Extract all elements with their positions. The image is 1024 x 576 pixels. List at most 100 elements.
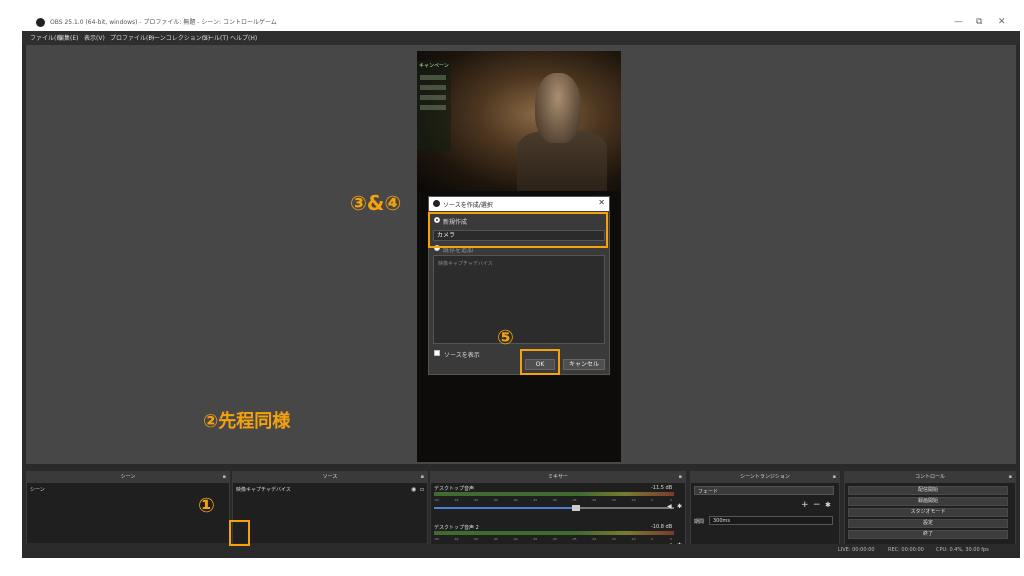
game-hud-panel: キャンペーン [417,61,451,151]
list-placeholder: 映像キャプチャデバイス [438,261,493,267]
volume-meter [434,492,674,496]
meter-tick-label: -45 [493,537,498,541]
meter-tick-label: -45 [493,498,498,502]
controls-dock-header: コントロール ▪ [845,472,1015,483]
menu-edit[interactable]: 編集(E) [58,33,78,42]
cancel-button[interactable]: キャンセル [563,359,605,370]
start-recording-button[interactable]: 録画開始 [848,497,1008,506]
meter-ticks: -60 -55 -50 -45 -40 -35 -30 -25 -20 -15 -10 -5 0 [434,498,674,502]
source-list-item[interactable]: 映像キャプチャデバイス [236,486,291,493]
dialog-close-icon[interactable]: ✕ [598,198,605,207]
annotation-step-1: ① [198,493,215,517]
live-status: LIVE: 00:00:00 [838,547,875,553]
meter-tick-label: -55 [453,537,459,541]
existing-sources-list[interactable]: 映像キャプチャデバイス [433,255,605,344]
meter-tick-label: -60 [434,537,439,541]
studio-mode-button[interactable]: スタジオモード [848,508,1008,517]
menu-help[interactable]: ヘルプ(H) [230,33,257,42]
duration-value: 300ms [713,518,731,524]
meter-tick-label: -35 [532,537,538,541]
highlight-box-ok [520,349,560,375]
menu-view[interactable]: 表示(V) [84,33,105,42]
show-source-label: ソースを表示 [444,352,480,359]
highlight-box-add [229,520,250,546]
menu-bar: ファイル(F) 編集(E) 表示(V) プロファイル(P) シーンコレクション(… [22,31,1020,45]
meter-tick-label: -30 [552,498,557,502]
duration-input[interactable]: 300ms [709,516,833,525]
gear-icon[interactable]: ✱ [825,501,831,509]
meter-tick-label: -35 [532,498,538,502]
game-hud-label: キャンペーン [419,63,449,69]
meter-tick-label: -60 [434,498,439,502]
obs-logo-icon [433,200,440,207]
meter-tick-label: -10 [630,537,636,541]
float-icon[interactable]: ▪ [679,472,682,483]
visibility-eye-icon[interactable]: ◉ [411,486,416,493]
volume-meter [434,531,674,535]
speaker-icon[interactable]: ◀ [667,503,672,510]
meter-tick-label: -20 [591,537,597,541]
menu-scene-collection[interactable]: シーンコレクション(S) [148,33,210,42]
show-source-checkbox[interactable] [434,350,440,356]
mixer-channel-name: デスクトップ音声 [434,486,475,492]
meter-tick-label: -5 [650,498,654,502]
scene-list-item[interactable]: シーン [30,486,45,493]
volume-slider[interactable] [434,505,674,511]
meter-tick-label: -40 [512,498,518,502]
meter-tick-label: -50 [473,537,479,541]
sources-dock-title: ソース [322,474,338,480]
exit-button[interactable]: 終了 [848,530,1008,539]
remove-transition-icon[interactable]: − [813,500,821,510]
obs-logo-icon [36,18,45,27]
maximize-button[interactable]: ⧉ [976,16,982,28]
mixer-channel-level: -11.5 dB [651,485,673,491]
dialog-title: ソースを作成/選択 [443,202,493,209]
sources-dock-header: ソース ▪ [233,472,427,483]
float-icon[interactable]: ▪ [1009,472,1012,483]
meter-tick-label: -15 [611,537,616,541]
menu-tools[interactable]: ツール(T) [202,33,228,42]
rec-status: REC: 00:00:00 [888,547,924,553]
duration-label: 期間 [694,519,705,525]
status-bar: LIVE: 00:00:00 REC: 00:00:00 CPU: 0.4%, … [22,544,1020,558]
meter-tick-label: -20 [591,498,597,502]
meter-tick-label: -25 [571,498,577,502]
highlight-box-name [428,212,608,248]
minimize-button[interactable]: — [954,16,963,28]
meter-tick-label: -30 [552,537,557,541]
start-streaming-button[interactable]: 配信開始 [848,486,1008,495]
lock-icon[interactable]: ▫ [420,486,424,493]
meter-tick-label: 0 [670,498,672,502]
gear-icon[interactable]: ✱ [677,503,682,510]
title-bar: OBS 25.1.0 (64-bit, windows) - プロファイル: 無… [22,14,1020,31]
meter-tick-label: -25 [571,537,577,541]
mixer-dock-header: ミキサー ▪ [431,472,685,483]
mixer-channel-name: デスクトップ音声 2 [434,525,479,531]
game-capture-image: キャンペーン [417,51,621,191]
add-transition-icon[interactable]: + [801,500,809,510]
meter-tick-label: 0 [670,537,672,541]
transitions-dock-title: シーントランジション [740,474,790,480]
meter-tick-label: -50 [473,498,479,502]
annotation-step-2: ②先程同様 [203,411,291,432]
settings-button[interactable]: 設定 [848,519,1008,528]
meter-tick-label: -15 [611,498,616,502]
mixer-dock-title: ミキサー [547,474,568,480]
meter-ticks: -60 -55 -50 -45 -40 -35 -30 -25 -20 -15 -10 -5 0 [434,537,674,541]
cpu-status: CPU: 0.4%, 30.00 fps [936,547,989,553]
close-button[interactable]: ✕ [998,16,1006,28]
float-icon[interactable]: ▪ [421,472,424,483]
scenes-dock-title: シーン [120,474,136,480]
character-face [535,73,581,143]
dialog-title-bar: ソースを作成/選択 ✕ [429,197,609,211]
float-icon[interactable]: ▪ [223,472,226,483]
controls-dock-title: コントロール [914,474,945,480]
window-title: OBS 25.1.0 (64-bit, windows) - プロファイル: 無… [50,19,277,26]
scenes-dock-header: シーン ▪ [27,472,229,483]
float-icon[interactable]: ▪ [833,472,836,483]
transitions-dock-header: シーントランジション ▪ [691,472,839,483]
transition-select[interactable]: フェード [694,486,834,495]
annotation-step-5: ⑤ [497,325,514,349]
meter-tick-label: -5 [650,537,654,541]
mixer-channel-level: -10.8 dB [651,524,673,530]
